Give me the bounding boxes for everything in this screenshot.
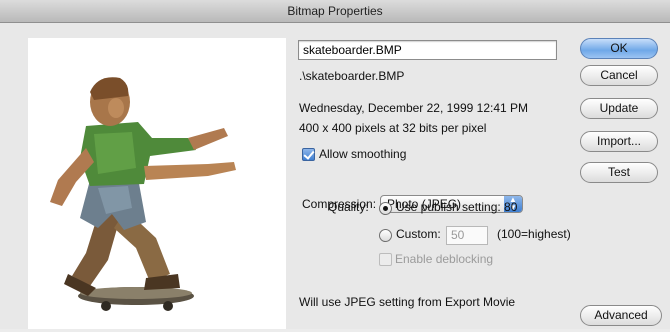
window-title: Bitmap Properties (0, 0, 670, 23)
allow-smoothing-label: Allow smoothing (319, 147, 407, 161)
enable-deblocking-label: Enable deblocking (395, 252, 494, 266)
bitmap-name-field[interactable]: skateboarder.BMP (298, 40, 557, 60)
update-button[interactable]: Update (580, 98, 658, 119)
use-publish-radio[interactable] (379, 202, 392, 215)
advanced-button[interactable]: Advanced (580, 305, 662, 326)
file-path: .\skateboarder.BMP (299, 69, 405, 83)
use-publish-label: Use publish setting: 80 (396, 200, 518, 214)
ok-button[interactable]: OK (580, 38, 658, 59)
enable-deblocking-checkbox[interactable] (379, 253, 392, 266)
allow-smoothing-checkbox[interactable] (302, 148, 315, 161)
jpeg-note: Will use JPEG setting from Export Movie (299, 295, 516, 309)
custom-quality-input[interactable]: 50 (446, 226, 488, 245)
quality-label: Quality: (328, 200, 369, 214)
test-button[interactable]: Test (580, 162, 658, 183)
skateboarder-image (50, 77, 236, 311)
custom-hint: (100=highest) (497, 227, 571, 241)
file-date: Wednesday, December 22, 1999 12:41 PM (299, 101, 529, 115)
bitmap-preview (28, 38, 286, 329)
bitmap-properties-dialog: Bitmap Properties skateboarder.BMP .\ska… (0, 0, 670, 329)
file-dimensions: 400 x 400 pixels at 32 bits per pixel (299, 121, 487, 135)
custom-label: Custom: (396, 227, 441, 241)
custom-radio[interactable] (379, 229, 392, 242)
cancel-button[interactable]: Cancel (580, 65, 658, 86)
import-button[interactable]: Import... (580, 131, 658, 152)
